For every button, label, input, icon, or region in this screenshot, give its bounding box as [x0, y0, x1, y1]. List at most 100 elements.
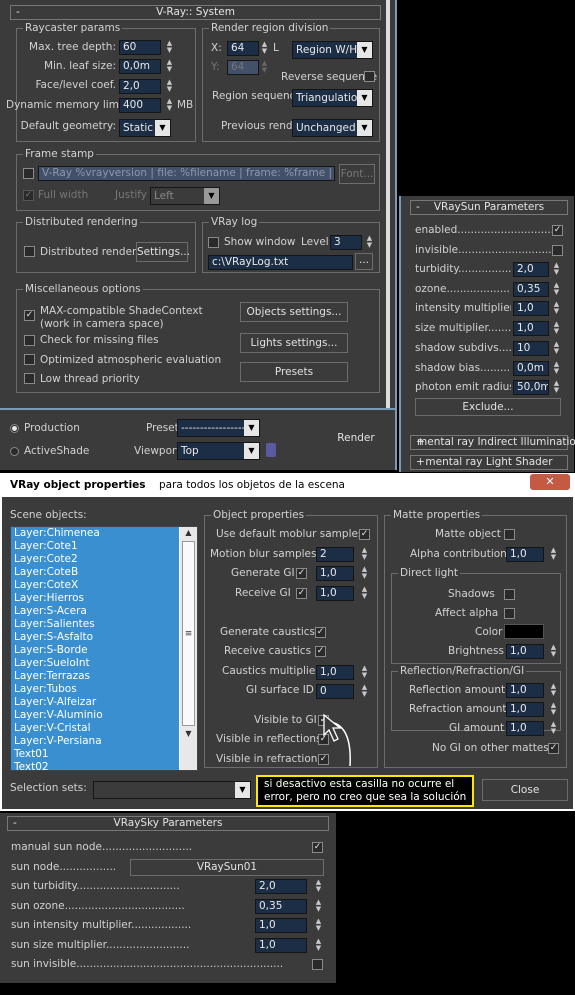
low-thread-checkbox[interactable]	[24, 373, 35, 384]
list-item[interactable]: Layer:V-Cristal	[11, 722, 179, 735]
photon-radius-input[interactable]: 50,0m	[513, 380, 549, 395]
caustics-mult-input[interactable]: 1,0	[316, 665, 354, 680]
list-item[interactable]: Layer:Hierros	[11, 592, 179, 605]
list-item[interactable]: Text02	[11, 761, 179, 770]
receive-caustics-checkbox[interactable]: ✓	[315, 646, 326, 657]
sky-ozone-input[interactable]: 0,35	[255, 899, 307, 914]
reflection-amount-input[interactable]: 1,0	[506, 683, 544, 698]
optimized-atmo-checkbox[interactable]	[24, 354, 35, 365]
no-gi-other-checkbox[interactable]: ✓	[548, 743, 559, 754]
brightness-spinner[interactable]: ▲ ▼	[549, 644, 558, 659]
activeshade-radio[interactable]	[10, 447, 19, 456]
gi-surface-id-input[interactable]: 0	[316, 684, 354, 699]
ozone-spinner[interactable]: ▲ ▼	[552, 282, 561, 297]
sky-size-input[interactable]: 1,0	[255, 938, 307, 953]
default-geometry-dropdown[interactable]: Static ▼	[119, 119, 171, 137]
affect-alpha-checkbox[interactable]	[504, 608, 515, 619]
photon-radius-spinner[interactable]: ▲ ▼	[552, 380, 561, 395]
render-button[interactable]: Render	[320, 413, 392, 463]
scene-objects-list[interactable]: Layer:Chimenea Layer:Cote1 Layer:Cote2 L…	[10, 526, 198, 771]
region-x-input[interactable]: 64	[227, 41, 259, 56]
rollout-mr-light-shader[interactable]: + mental ray Light Shader	[410, 455, 568, 470]
shadow-subdivs-spinner[interactable]: ▲ ▼	[552, 341, 561, 356]
show-window-checkbox[interactable]	[208, 237, 219, 248]
objects-settings-button[interactable]: Objects settings...	[240, 302, 348, 322]
sky-turbidity-spinner[interactable]: ▲ ▼	[314, 879, 323, 894]
log-level-spinner[interactable]: ▲ ▼	[365, 235, 374, 250]
face-level-coef-input[interactable]: 2,0	[119, 79, 161, 94]
sun-enabled-checkbox[interactable]: ✓	[552, 225, 563, 236]
list-item[interactable]: Layer:S-Asfalto	[11, 631, 179, 644]
list-item[interactable]: Layer:SueloInt	[11, 657, 179, 670]
matte-object-checkbox[interactable]	[504, 529, 515, 540]
max-tree-depth-spinner[interactable]: ▲ ▼	[165, 40, 174, 55]
frame-stamp-checkbox[interactable]	[23, 168, 34, 179]
vraysun-rollout-header[interactable]: - VRaySun Parameters	[410, 200, 568, 215]
sky-invisible-checkbox[interactable]	[312, 959, 323, 970]
vray-system-scrollbar[interactable]	[386, 0, 390, 410]
viewport-dropdown[interactable]: Top ▼	[177, 442, 260, 460]
refraction-amount-input[interactable]: 1,0	[506, 702, 544, 717]
alpha-contrib-spinner[interactable]: ▲ ▼	[549, 547, 558, 562]
list-item[interactable]: Text01	[11, 748, 179, 761]
font-button[interactable]: Font...	[339, 164, 375, 184]
preset-dropdown[interactable]: ----------------- ▼	[177, 419, 260, 437]
list-item[interactable]: Layer:Terrazas	[11, 670, 179, 683]
list-item[interactable]: Layer:CoteX	[11, 579, 179, 592]
production-radio[interactable]	[10, 424, 19, 433]
receive-gi-spinner[interactable]: ▲ ▼	[360, 586, 369, 601]
turbidity-spinner[interactable]: ▲ ▼	[552, 262, 561, 277]
shadow-bias-spinner[interactable]: ▲ ▼	[552, 361, 561, 376]
list-item[interactable]: Layer:V-Alfeizar	[11, 696, 179, 709]
close-button[interactable]: Close	[482, 779, 568, 801]
sky-intensity-input[interactable]: 1,0	[255, 918, 307, 933]
color-swatch[interactable]	[504, 624, 544, 639]
shadow-bias-input[interactable]: 0,0m	[513, 361, 549, 376]
sky-size-spinner[interactable]: ▲ ▼	[314, 938, 323, 953]
region-x-spinner[interactable]: ▲ ▼	[260, 41, 269, 56]
rollout-mr-indirect[interactable]: + mental ray Indirect Illumination	[410, 435, 575, 450]
list-item[interactable]: Layer:Tubos	[11, 683, 179, 696]
reverse-sequence-checkbox[interactable]	[364, 71, 375, 82]
list-item[interactable]: Layer:S-Borde	[11, 644, 179, 657]
max-tree-depth-input[interactable]: 60	[119, 40, 161, 55]
list-item[interactable]: Layer:V-Aluminio	[11, 709, 179, 722]
sky-intensity-spinner[interactable]: ▲ ▼	[314, 918, 323, 933]
log-level-input[interactable]: 3	[330, 235, 362, 250]
list-item[interactable]: Layer:Chimenea	[11, 527, 179, 540]
list-scrollbar[interactable]: ▲ ≡ ▼	[180, 527, 197, 770]
justify-dropdown[interactable]: Left ▼	[150, 187, 220, 205]
gi-surface-id-spinner[interactable]: ▲ ▼	[360, 684, 369, 699]
list-item[interactable]: Layer:Cote2	[11, 553, 179, 566]
receive-gi-input[interactable]: 1,0	[316, 586, 354, 601]
sky-ozone-spinner[interactable]: ▲ ▼	[314, 899, 323, 914]
selection-sets-dropdown[interactable]: ▼	[93, 781, 251, 799]
min-leaf-size-input[interactable]: 0,0m	[119, 59, 161, 74]
generate-gi-checkbox[interactable]: ✓	[296, 568, 307, 579]
previous-render-dropdown[interactable]: Unchanged ▼	[292, 119, 373, 137]
motion-blur-input[interactable]: 2	[316, 547, 354, 562]
gi-amount-spinner[interactable]: ▲ ▼	[549, 721, 558, 736]
dynamic-memory-input[interactable]: 400	[119, 98, 161, 113]
min-leaf-size-spinner[interactable]: ▲ ▼	[165, 59, 174, 74]
dialog-close-icon[interactable]: ✕	[530, 474, 570, 490]
list-scrollbar-thumb[interactable]: ≡	[182, 541, 195, 726]
list-item[interactable]: Layer:CoteB	[11, 566, 179, 579]
sun-invisible-checkbox[interactable]	[552, 245, 563, 256]
shadow-subdivs-input[interactable]: 10	[513, 341, 549, 356]
sky-turbidity-input[interactable]: 2,0	[255, 879, 307, 894]
distributed-checkbox[interactable]	[24, 246, 35, 257]
lights-settings-button[interactable]: Lights settings...	[240, 333, 348, 353]
intensity-spinner[interactable]: ▲ ▼	[552, 301, 561, 316]
list-item[interactable]: Layer:S-Acera	[11, 605, 179, 618]
distributed-settings-button[interactable]: Settings...	[136, 242, 190, 262]
sun-node-button[interactable]: VRaySun01	[130, 859, 324, 876]
log-path-input[interactable]: c:\VRayLog.txt	[208, 255, 353, 270]
list-item[interactable]: Layer:Salientes	[11, 618, 179, 631]
vray-system-rollout-header[interactable]: - V-Ray:: System	[10, 5, 381, 20]
brightness-input[interactable]: 1,0	[506, 644, 544, 659]
dynamic-memory-spinner[interactable]: ▲ ▼	[165, 98, 174, 113]
region-mode-dropdown[interactable]: Region W/H ▼	[292, 41, 373, 59]
receive-gi-checkbox[interactable]: ✓	[296, 588, 307, 599]
vraysky-rollout-header[interactable]: - VRaySky Parameters	[7, 816, 329, 831]
